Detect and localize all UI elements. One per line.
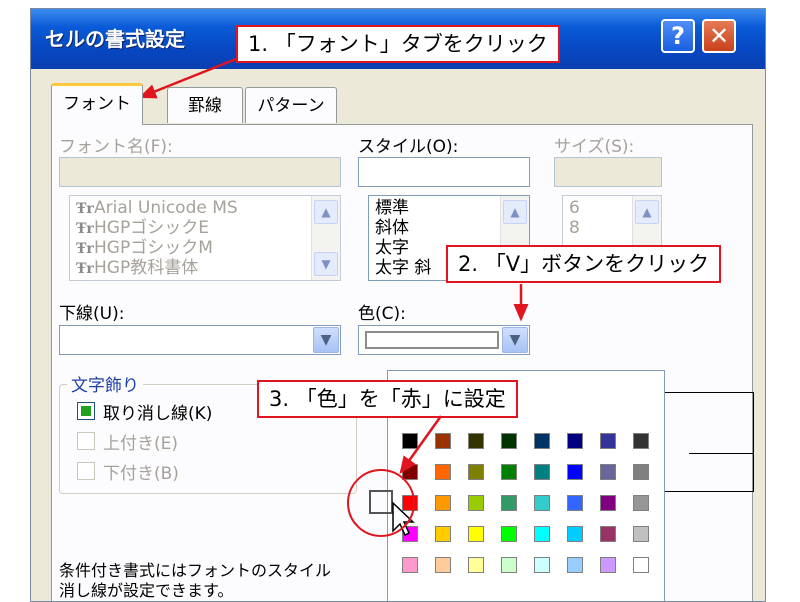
font-list-item-label: HGPゴシックM — [94, 238, 213, 258]
effects-legend: 文字飾り — [67, 371, 143, 396]
callout-step-2: 2. 「V」ボタンをクリック — [446, 245, 722, 283]
color-swatch[interactable] — [633, 464, 649, 480]
color-swatch[interactable] — [600, 557, 616, 573]
color-swatch[interactable] — [534, 433, 550, 449]
scroll-up-icon[interactable]: ▲ — [314, 200, 338, 224]
style-list-item[interactable]: 太字 — [369, 238, 431, 258]
color-swatch[interactable] — [468, 557, 484, 573]
color-swatch[interactable] — [468, 464, 484, 480]
color-swatch[interactable] — [633, 495, 649, 511]
color-swatch[interactable] — [600, 495, 616, 511]
dialog-title: セルの書式設定 — [45, 27, 185, 51]
font-list-item-label: Arial Unicode MS — [94, 198, 238, 218]
close-button[interactable]: ✕ — [702, 19, 736, 53]
color-swatch[interactable] — [402, 433, 418, 449]
color-swatch[interactable] — [534, 464, 550, 480]
font-list-item-label: HGP教科書体 — [94, 258, 199, 278]
callout-step-3: 3. 「色」を「赤」に設定 — [257, 380, 518, 418]
color-swatch[interactable] — [534, 526, 550, 542]
note-line-2: 消し線が設定できます。 — [59, 581, 234, 600]
size-label: サイズ(S): — [554, 137, 635, 157]
color-swatch[interactable] — [600, 526, 616, 542]
color-swatch[interactable] — [633, 526, 649, 542]
color-swatch[interactable] — [567, 433, 583, 449]
color-swatch[interactable] — [600, 464, 616, 480]
color-swatch[interactable] — [501, 557, 517, 573]
preview-strike-line — [689, 453, 753, 454]
truetype-icon: Ŧr — [76, 261, 94, 277]
size-list-item[interactable]: 8 — [563, 218, 580, 238]
superscript-checkbox[interactable] — [77, 432, 95, 450]
subscript-checkbox[interactable] — [77, 462, 95, 480]
strikethrough-checkbox[interactable] — [77, 402, 95, 420]
font-list-item-label: HGPゴシックE — [94, 218, 209, 238]
superscript-label: 上付き(E) — [103, 434, 179, 454]
color-swatch[interactable] — [600, 433, 616, 449]
color-swatch[interactable] — [501, 526, 517, 542]
color-swatch[interactable] — [567, 464, 583, 480]
color-swatch[interactable] — [534, 495, 550, 511]
color-swatch[interactable] — [633, 557, 649, 573]
underline-label: 下線(U): — [59, 304, 125, 324]
tab-font[interactable]: フォント — [51, 83, 143, 125]
tab-border[interactable]: 罫線 — [167, 87, 243, 123]
checkmark-icon — [81, 406, 91, 416]
color-swatch[interactable] — [435, 526, 451, 542]
color-swatch[interactable] — [534, 557, 550, 573]
size-input[interactable] — [554, 157, 662, 187]
font-list-item[interactable]: ŦrArial Unicode MS — [70, 198, 238, 218]
font-name-list[interactable]: ŦrArial Unicode MS ŦrHGPゴシックE ŦrHGPゴシックM… — [69, 195, 341, 281]
style-list-item[interactable]: 斜体 — [369, 218, 431, 238]
highlight-circle — [347, 469, 415, 537]
color-preview-swatch — [365, 331, 499, 349]
font-list-item[interactable]: ŦrHGP教科書体 — [70, 258, 238, 278]
style-list-item[interactable]: 太字 斜 — [369, 258, 431, 278]
style-input[interactable] — [358, 157, 530, 187]
color-swatch[interactable] — [633, 433, 649, 449]
color-swatch[interactable] — [567, 557, 583, 573]
truetype-icon: Ŧr — [76, 201, 94, 217]
color-swatch[interactable] — [501, 464, 517, 480]
help-button[interactable]: ? — [661, 19, 695, 53]
scroll-down-icon[interactable]: ▼ — [314, 252, 338, 276]
scroll-up-icon[interactable]: ▲ — [635, 200, 659, 224]
strikethrough-label: 取り消し線(K) — [103, 404, 213, 424]
color-swatch[interactable] — [468, 433, 484, 449]
callout-step-1: 1. 「フォント」タブをクリック — [236, 25, 560, 63]
subscript-label: 下付き(B) — [103, 464, 179, 484]
color-swatch[interactable] — [435, 433, 451, 449]
color-swatch[interactable] — [435, 464, 451, 480]
color-swatch[interactable] — [501, 433, 517, 449]
tab-pattern[interactable]: パターン — [245, 87, 337, 123]
format-cells-dialog: セルの書式設定 ? ✕ フォント 罫線 パターン フォント名(F): ŦrAri… — [30, 8, 766, 602]
truetype-icon: Ŧr — [76, 241, 94, 257]
style-list-item[interactable]: 標準 — [369, 198, 431, 218]
chevron-down-icon[interactable]: ▼ — [313, 327, 339, 353]
color-swatch[interactable] — [435, 557, 451, 573]
size-list-item[interactable]: 6 — [563, 198, 580, 218]
font-name-input[interactable] — [59, 157, 341, 187]
color-swatch[interactable] — [435, 495, 451, 511]
color-dropdown[interactable]: ▼ — [358, 325, 530, 355]
color-dropdown-button[interactable]: ▼ — [502, 327, 528, 353]
preview-box — [664, 392, 754, 492]
font-list-scrollbar[interactable]: ▲ ▼ — [311, 196, 340, 280]
color-swatch[interactable] — [501, 495, 517, 511]
color-swatch[interactable] — [567, 495, 583, 511]
truetype-icon: Ŧr — [76, 221, 94, 237]
color-swatch[interactable] — [468, 526, 484, 542]
font-name-label: フォント名(F): — [59, 137, 173, 157]
style-label: スタイル(O): — [358, 137, 459, 157]
font-list-item[interactable]: ŦrHGPゴシックE — [70, 218, 238, 238]
color-swatch[interactable] — [567, 526, 583, 542]
color-swatch[interactable] — [402, 557, 418, 573]
color-swatch[interactable] — [468, 495, 484, 511]
underline-dropdown[interactable]: ▼ — [59, 325, 341, 355]
font-list-item[interactable]: ŦrHGPゴシックM — [70, 238, 238, 258]
scroll-up-icon[interactable]: ▲ — [503, 200, 527, 224]
color-swatch[interactable] — [402, 526, 418, 542]
color-label: 色(C): — [358, 304, 406, 324]
